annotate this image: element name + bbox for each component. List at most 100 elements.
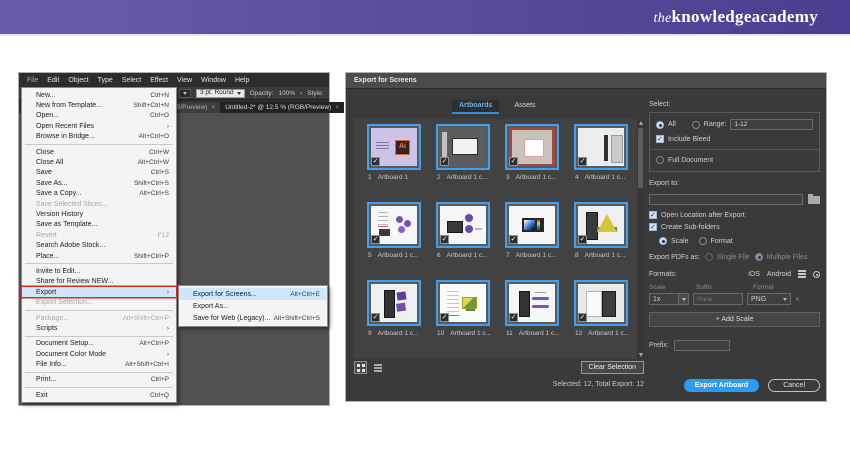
menu-item-file-info[interactable]: File Info...Alt+Shift+Ctrl+I [22,359,176,369]
artboard-card-4[interactable]: ✓4Artboard 1 c... [570,124,632,202]
suffix-input[interactable] [693,293,743,305]
menubar-type[interactable]: Type [98,77,113,84]
open-location-checkbox[interactable] [649,211,657,219]
artboard-checkbox[interactable]: ✓ [578,157,587,166]
menu-item-share-for-review-new[interactable]: Share for Review NEW... [22,277,176,287]
artboard-card-10[interactable]: ✓10Artboard 1 c... [432,280,494,358]
scrollbar[interactable] [637,119,644,359]
artboard-thumbnail[interactable]: ✓ [505,202,559,248]
chevron-right-icon[interactable]: › [300,90,302,97]
scroll-up-icon[interactable] [639,121,643,125]
menu-item-place[interactable]: Place...Shift+Ctrl+P [22,251,176,261]
menu-item-save-a-copy[interactable]: Save a Copy...Alt+Ctrl+S [22,189,176,199]
menu-item-document-color-mode[interactable]: Document Color Mode› [22,349,176,359]
artboard-card-5[interactable]: ✓5Artboard 1 c... [363,202,425,280]
menubar-select[interactable]: Select [122,77,141,84]
android-preset-link[interactable]: Android [767,271,791,278]
document-tab-active[interactable]: Untitled-2* @ 12.5 % (RGB/Preview) × [220,102,344,113]
artboard-card-6[interactable]: ✓6Artboard 1 c... [432,202,494,280]
artboard-thumbnail[interactable]: ✓ [574,202,628,248]
menubar-effect[interactable]: Effect [150,77,168,84]
artboard-card-12[interactable]: ✓12Artboard 1 c... [570,280,632,358]
menubar-edit[interactable]: Edit [47,77,59,84]
menu-item-search-adobe-stock[interactable]: Search Adobe Stock... [22,240,176,250]
scale-radio[interactable] [659,237,667,245]
range-radio[interactable] [692,121,700,129]
range-input[interactable] [730,119,813,130]
menu-item-open-recent-files[interactable]: Open Recent Files› [22,121,176,131]
menubar-view[interactable]: View [177,77,192,84]
artboard-checkbox[interactable]: ✓ [440,235,449,244]
clear-selection-button[interactable]: Clear Selection [581,361,644,374]
grid-view-icon[interactable] [354,361,367,374]
all-radio[interactable] [656,121,664,129]
export-artboard-button[interactable]: Export Artboard [684,379,759,392]
scale-select[interactable]: 1x [649,293,689,305]
artboard-card-9[interactable]: ✓9Artboard 1 c... [363,280,425,358]
tab-artboards[interactable]: Artboards [452,100,499,114]
menu-item-save-as-template[interactable]: Save as Template... [22,220,176,230]
menu-item-print[interactable]: Print...Ctrl+P [22,375,176,385]
submenu-item-export-for-screens[interactable]: Export for Screens...Alt+Ctrl+E [179,288,327,300]
full-document-radio[interactable] [656,156,664,164]
menu-item-invite-to-edit[interactable]: Invite to Edit... [22,266,176,276]
artboard-checkbox[interactable]: ✓ [371,157,380,166]
scroll-down-icon[interactable] [639,353,643,357]
folder-icon[interactable] [808,196,820,204]
close-icon[interactable]: × [211,104,215,111]
menubar-object[interactable]: Object [68,77,88,84]
menu-item-version-history[interactable]: Version History [22,209,176,219]
menu-item-close-all[interactable]: Close AllAlt+Ctrl+W [22,157,176,167]
artboard-checkbox[interactable]: ✓ [509,157,518,166]
artboard-thumbnail[interactable]: ✓ [367,280,421,326]
menu-item-new[interactable]: New...Ctrl+N [22,90,176,100]
artboard-checkbox[interactable]: ✓ [509,313,518,322]
opacity-value[interactable]: 100% [278,90,295,97]
artboard-checkbox[interactable]: ✓ [509,235,518,244]
artboard-checkbox[interactable]: ✓ [578,313,587,322]
artboard-thumbnail[interactable]: ✓ [574,280,628,326]
artboard-checkbox[interactable]: ✓ [371,235,380,244]
list-view-icon[interactable] [371,361,384,374]
artboard-thumbnail[interactable]: ✓ [436,124,490,170]
export-path-input[interactable] [649,194,803,205]
prefix-input[interactable] [674,340,730,351]
artboard-thumbnail[interactable]: ✓ [367,124,421,170]
artboard-thumbnail[interactable]: ✓ [574,124,628,170]
submenu-item-export-as[interactable]: Export As... [179,300,327,312]
menubar-file[interactable]: File [27,77,38,84]
artboard-card-7[interactable]: ✓7Artboard 1 c... [501,202,563,280]
menu-item-save[interactable]: SaveCtrl+S [22,168,176,178]
artboard-checkbox[interactable]: ✓ [440,313,449,322]
include-bleed-checkbox[interactable] [656,135,664,143]
create-subfolders-checkbox[interactable] [649,223,657,231]
artboard-card-2[interactable]: ✓2Artboard 1 c... [432,124,494,202]
scrollbar-thumb[interactable] [638,128,643,188]
menu-item-browse-in-bridge[interactable]: Browse in Bridge...Alt+Ctrl+O [22,132,176,142]
menubar-help[interactable]: Help [235,77,249,84]
artboard-checkbox[interactable]: ✓ [440,157,449,166]
gear-icon[interactable] [813,271,820,278]
submenu-item-save-for-web-legacy[interactable]: Save for Web (Legacy)...Alt+Shift+Ctrl+S [179,312,327,324]
menu-item-export[interactable]: Export› [22,287,176,297]
menu-item-close[interactable]: CloseCtrl+W [22,147,176,157]
close-icon[interactable]: × [335,104,339,111]
list-menu-icon[interactable] [798,273,806,275]
add-scale-button[interactable]: + Add Scale [649,312,820,327]
menu-item-document-setup[interactable]: Document Setup...Alt+Ctrl+P [22,339,176,349]
artboard-card-8[interactable]: ✓8Artboard 1 c... [570,202,632,280]
remove-format-icon[interactable]: × [795,295,800,304]
chevron-down-icon[interactable] [679,293,689,305]
menu-item-save-as[interactable]: Save As...Shift+Ctrl+S [22,178,176,188]
format-radio[interactable] [699,237,707,245]
artboard-checkbox[interactable]: ✓ [578,235,587,244]
artboard-thumbnail[interactable]: ✓ [367,202,421,248]
menu-item-new-from-template[interactable]: New from Template...Shift+Ctrl+N [22,100,176,110]
ios-preset-link[interactable]: iOS [748,271,760,278]
artboard-card-1[interactable]: ✓1Artboard 1 [363,124,425,202]
brush-dropdown[interactable]: 3 pt. Round [196,89,245,98]
artboard-thumbnail[interactable]: ✓ [436,280,490,326]
artboard-card-11[interactable]: ✓11Artboard 1 c... [501,280,563,358]
tab-assets[interactable]: Assets [507,100,542,114]
artboard-checkbox[interactable]: ✓ [371,313,380,322]
